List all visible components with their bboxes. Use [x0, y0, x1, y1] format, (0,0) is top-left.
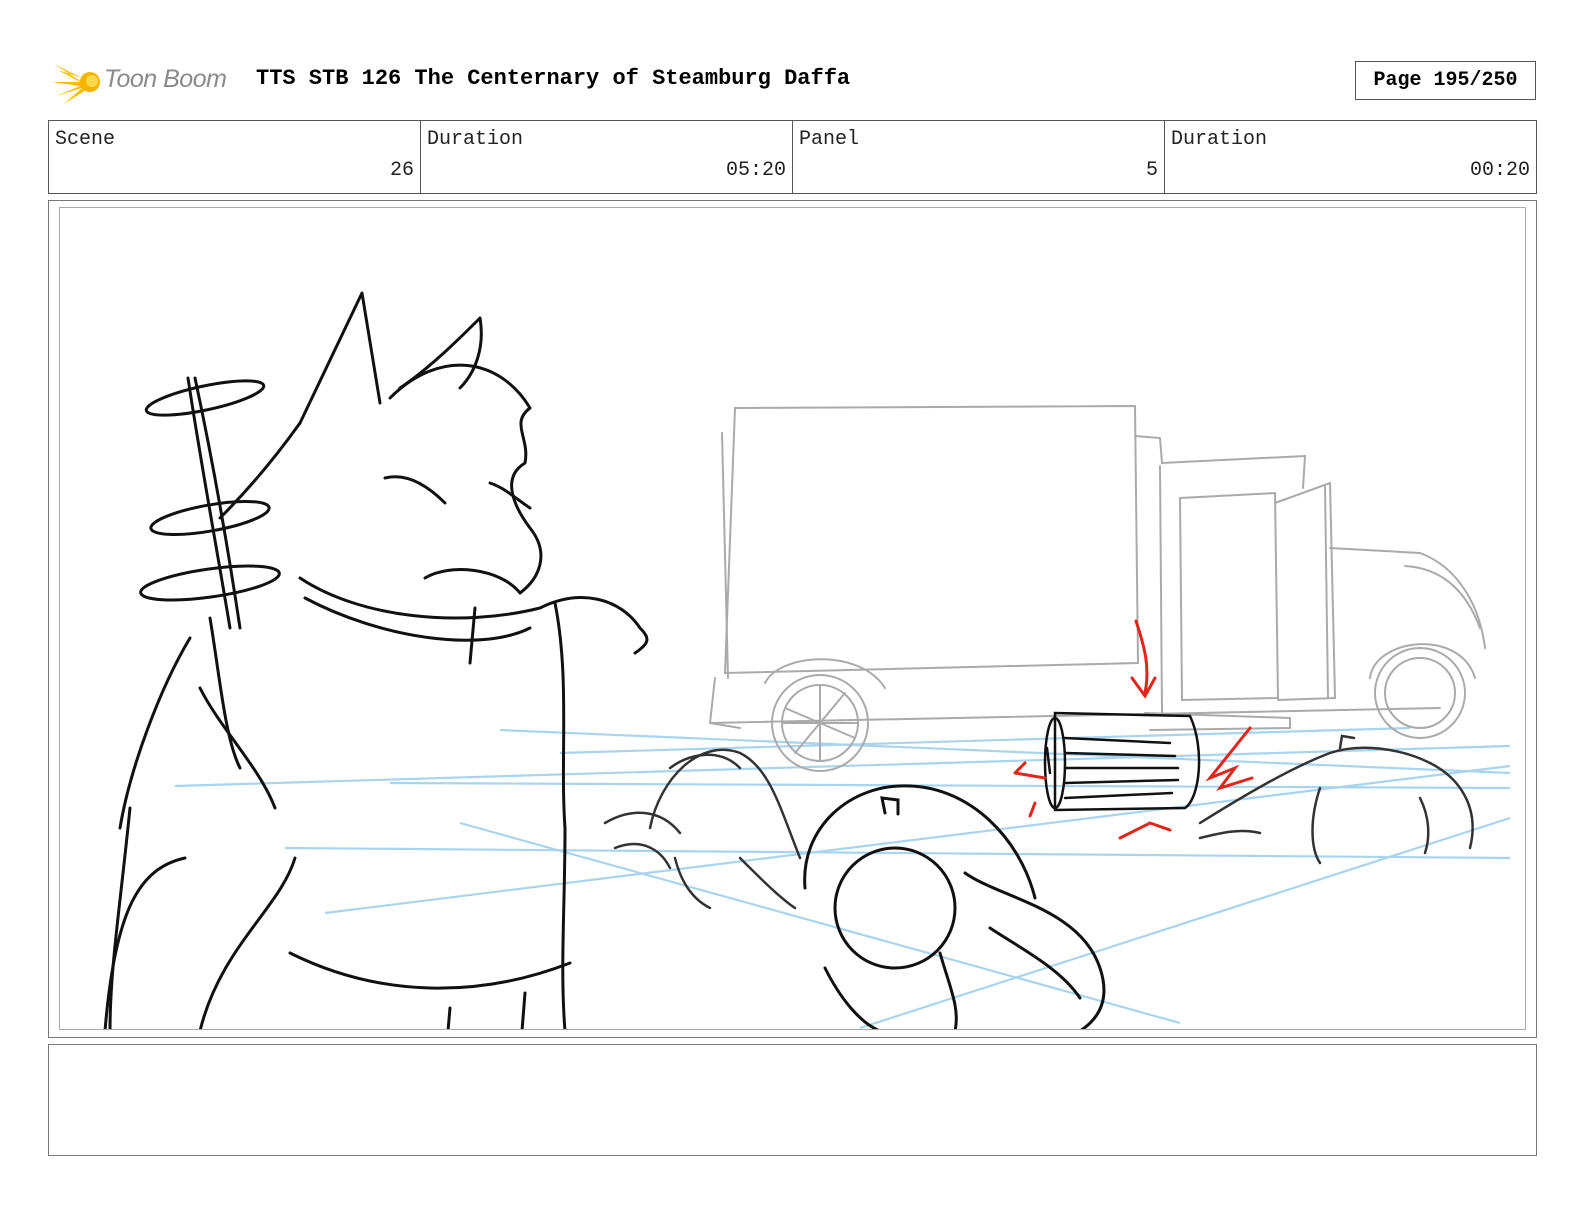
panel-duration-value: 00:20	[1469, 159, 1530, 182]
trash-can-sketch	[1043, 711, 1201, 812]
panel-sketch	[103, 291, 1511, 1029]
panel-label: Panel	[799, 128, 860, 151]
scene-duration-value: 05:20	[725, 159, 786, 182]
scene-label: Scene	[55, 128, 116, 151]
scene-value: 26	[389, 159, 414, 182]
document-title: TTS STB 126 The Centernary of Steamburg …	[256, 66, 851, 91]
fallen-worker-left-sketch	[603, 748, 802, 910]
toon-boom-logo: Toon Boom	[52, 56, 242, 106]
scene-duration-label: Duration	[427, 128, 524, 151]
starburst-icon	[52, 64, 100, 104]
logo-text: Toon Boom	[104, 65, 227, 93]
page-number: Page 195/250	[1355, 61, 1536, 100]
panel-duration-cell: Duration 00:20	[1165, 121, 1536, 193]
panel-info-row: Scene 26 Duration 05:20 Panel 5 Duration…	[48, 120, 1537, 194]
scene-duration-cell: Duration 05:20	[421, 121, 793, 193]
panel-cell: Panel 5	[793, 121, 1165, 193]
fox-character-sketch	[103, 291, 649, 1029]
scene-cell: Scene 26	[49, 121, 421, 193]
panel-duration-label: Duration	[1171, 128, 1268, 151]
panel-value: 5	[1145, 159, 1158, 182]
panel-notes-box	[48, 1044, 1537, 1156]
truck-sketch	[708, 404, 1486, 772]
storyboard-panel	[59, 207, 1526, 1030]
